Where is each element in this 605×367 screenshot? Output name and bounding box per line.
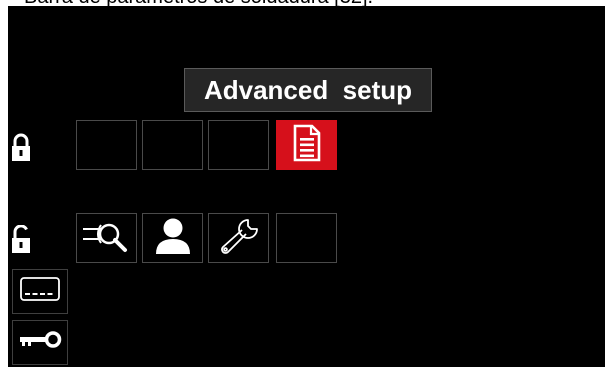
- lock-open-icon: [11, 224, 31, 255]
- document-tile[interactable]: [276, 120, 337, 170]
- key-icon: [17, 328, 63, 357]
- wrench-tile[interactable]: [208, 213, 269, 263]
- lock-closed-icon: [11, 133, 31, 163]
- torch-search-tile[interactable]: [76, 213, 137, 263]
- user-icon: [153, 216, 193, 261]
- device-screen: Advanced setup: [8, 6, 605, 367]
- torch-search-icon: [81, 219, 133, 258]
- locked-slot-2[interactable]: [142, 120, 203, 170]
- document-icon: [292, 124, 322, 167]
- display-icon: [19, 275, 61, 308]
- key-button[interactable]: [12, 320, 68, 365]
- unlocked-slot-4[interactable]: [276, 213, 337, 263]
- wrench-icon: [217, 216, 261, 261]
- locked-slot-1[interactable]: [76, 120, 137, 170]
- user-tile[interactable]: [142, 213, 203, 263]
- display-button[interactable]: [12, 269, 68, 314]
- page-title: Advanced setup: [184, 68, 432, 112]
- locked-slot-3[interactable]: [208, 120, 269, 170]
